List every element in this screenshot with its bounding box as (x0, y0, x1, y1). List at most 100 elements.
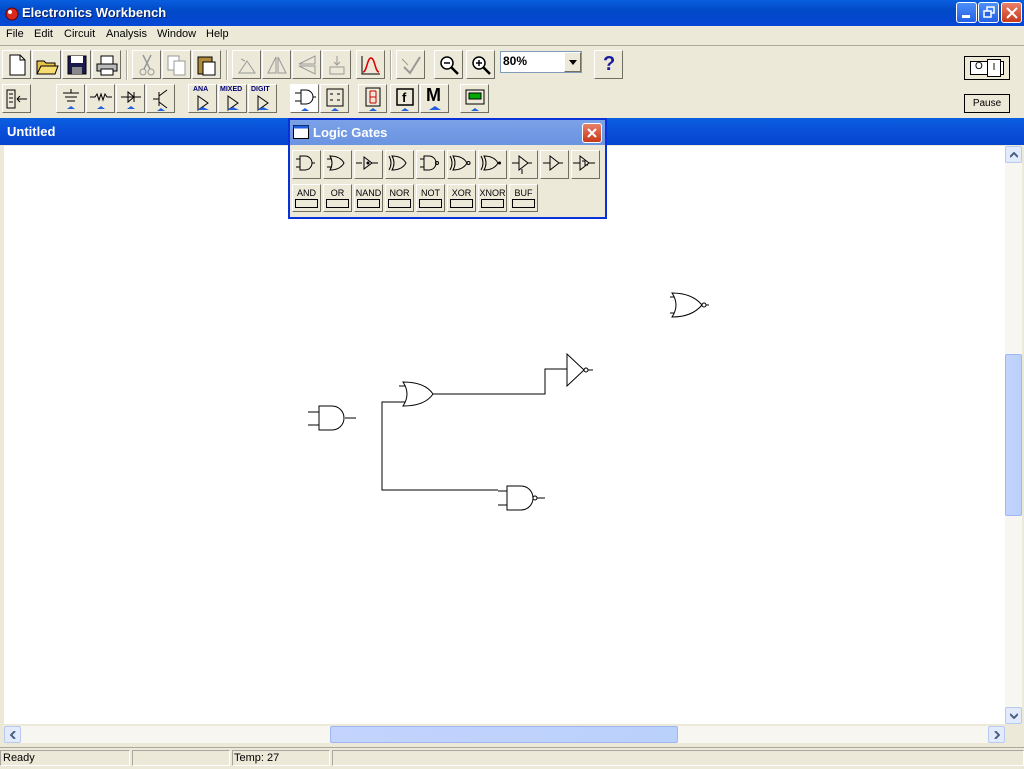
palette-xor-ic-button[interactable]: XOR (447, 184, 476, 212)
circuit-canvas[interactable] (4, 146, 1005, 724)
menu-analysis[interactable]: Analysis (106, 28, 147, 40)
restore-button[interactable] (978, 2, 999, 23)
palette-buffer-gate-button[interactable] (354, 150, 383, 179)
pause-button[interactable]: Pause (964, 94, 1010, 113)
chevron-down-icon (429, 106, 441, 110)
print-button[interactable] (92, 50, 121, 79)
miscellaneous-bin-button[interactable]: M (420, 84, 449, 113)
power-switch[interactable]: O I (964, 56, 1010, 80)
sources-bin-button[interactable] (56, 84, 85, 113)
palette-nand-gate-button[interactable] (416, 150, 445, 179)
wire[interactable] (381, 401, 498, 491)
vertical-scroll-thumb[interactable] (1005, 354, 1022, 516)
nor-gate[interactable] (670, 292, 709, 318)
ic-body-icon (326, 199, 349, 208)
horizontal-scroll-thumb[interactable] (330, 726, 678, 743)
palette-xnor-gate-button[interactable] (447, 150, 476, 179)
palette-xnor-ic-button[interactable]: XNOR (478, 184, 507, 212)
ic-body-icon (388, 199, 411, 208)
scroll-down-button[interactable] (1005, 707, 1022, 724)
digital-ics-bin-button[interactable]: DIGIT (248, 84, 277, 113)
basic-bin-button[interactable] (86, 84, 115, 113)
nor-label: NOR (389, 188, 410, 198)
open-button[interactable] (32, 50, 61, 79)
close-button[interactable] (1001, 2, 1022, 23)
zoom-dropdown-arrow[interactable] (564, 52, 581, 72)
subcircuit-icon (329, 56, 345, 75)
scroll-right-button[interactable] (988, 726, 1005, 743)
new-button[interactable] (2, 50, 31, 79)
mixed-ics-bin-button[interactable]: MIXED (218, 84, 247, 113)
palette-nand-ic-button[interactable]: NAND (354, 184, 383, 212)
digital-ic-icon (257, 95, 269, 111)
graph-button[interactable] (356, 50, 385, 79)
save-button[interactable] (62, 50, 91, 79)
palette-nor-ic-button[interactable]: NOR (385, 184, 414, 212)
palette-close-button[interactable] (582, 123, 602, 143)
status-panel-empty (132, 750, 230, 766)
menu-help[interactable]: Help (206, 28, 229, 40)
digital-bin-button[interactable] (320, 84, 349, 113)
status-temperature: Temp: 27 (234, 752, 280, 764)
paste-button[interactable] (192, 50, 221, 79)
palette-schmitt-trigger-button[interactable] (571, 150, 600, 179)
and-label: AND (296, 188, 316, 198)
menu-edit[interactable]: Edit (34, 28, 53, 40)
not-gate[interactable] (566, 352, 593, 388)
menu-circuit[interactable]: Circuit (64, 28, 95, 40)
switch-on-label: I (987, 59, 1001, 77)
palette-not-gate-button[interactable] (540, 150, 569, 179)
clipboard-icon (197, 56, 216, 76)
palette-or-gate-button[interactable] (323, 150, 352, 179)
scroll-up-button[interactable] (1005, 146, 1022, 163)
circuit-schematic (308, 292, 709, 511)
logic-gates-bin-button[interactable] (290, 84, 319, 113)
component-properties-button[interactable] (396, 50, 425, 79)
palette-and-ic-button[interactable]: AND (292, 184, 321, 212)
instruments-bin-button[interactable] (460, 84, 489, 113)
digital-bin-label: DIGIT (251, 86, 270, 93)
and-gate-icon (296, 155, 315, 171)
and-gate[interactable] (308, 405, 356, 431)
ic-body-icon (357, 199, 380, 208)
close-icon (1006, 7, 1018, 19)
parts-bin-toggle-button[interactable] (2, 84, 31, 113)
buffer-gate-icon (356, 156, 378, 170)
indicators-bin-button[interactable] (358, 84, 387, 113)
restore-icon (983, 6, 995, 18)
minimize-button[interactable] (956, 2, 977, 23)
flip-horizontal-button[interactable] (262, 50, 291, 79)
chevron-left-icon (10, 731, 16, 739)
scroll-left-button[interactable] (4, 726, 21, 743)
mixed-ic-icon (227, 95, 239, 111)
copy-button[interactable] (162, 50, 191, 79)
diodes-bin-button[interactable] (116, 84, 145, 113)
palette-xnor-alt-gate-button[interactable] (478, 150, 507, 179)
not-gate-icon (543, 154, 563, 172)
create-subcircuit-button[interactable] (322, 50, 351, 79)
transistors-bin-button[interactable] (146, 84, 175, 113)
ic-body-icon (512, 199, 535, 208)
tristate-buffer-icon (512, 154, 532, 174)
zoom-out-button[interactable] (434, 50, 463, 79)
nand-gate[interactable] (498, 485, 545, 511)
buf-label: BUF (514, 188, 533, 198)
seven-segment-icon (365, 87, 381, 111)
palette-or-ic-button[interactable]: OR (323, 184, 352, 212)
palette-buf-ic-button[interactable]: BUF (509, 184, 538, 212)
palette-not-ic-button[interactable]: NOT (416, 184, 445, 212)
palette-tristate-buffer-button[interactable] (509, 150, 538, 179)
flip-vertical-button[interactable] (292, 50, 321, 79)
palette-xor-gate-button[interactable] (385, 150, 414, 179)
menu-file[interactable]: File (6, 28, 24, 40)
controls-bin-button[interactable]: f (390, 84, 419, 113)
help-button[interactable]: ? (594, 50, 623, 79)
zoom-in-button[interactable] (466, 50, 495, 79)
cut-button[interactable] (132, 50, 161, 79)
analog-ics-bin-button[interactable]: ANA (188, 84, 217, 113)
palette-and-gate-button[interactable] (292, 150, 321, 179)
or-gate[interactable] (399, 381, 434, 407)
menu-window[interactable]: Window (157, 28, 196, 40)
wire[interactable] (433, 368, 567, 395)
rotate-button[interactable] (232, 50, 261, 79)
